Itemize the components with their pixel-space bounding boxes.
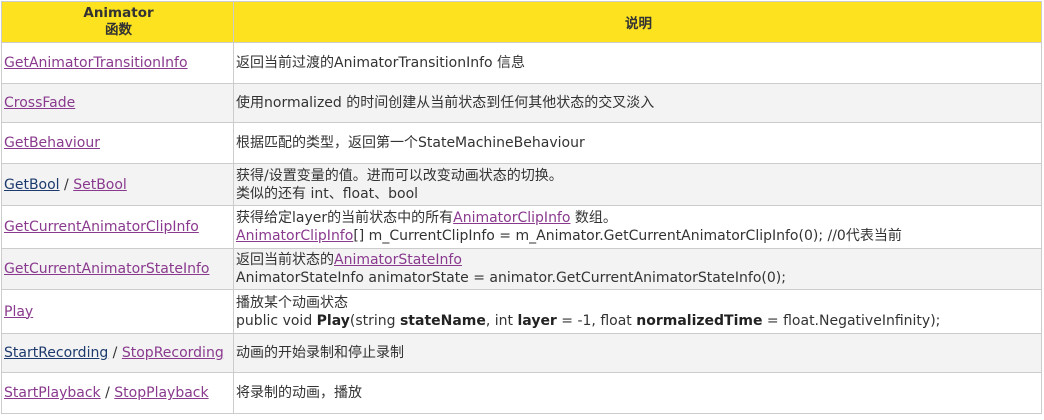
table-row: GetCurrentAnimatorStateInfo 返回当前状态的Anima… <box>1 248 1042 290</box>
header-description-column: 说明 <box>233 1 1042 43</box>
code-line: AnimatorStateInfo animatorState = animat… <box>236 270 786 286</box>
function-cell: GetBool / SetBool <box>1 163 234 206</box>
sig-param: layer <box>517 312 557 329</box>
sig-text: , int <box>485 312 518 329</box>
stop-recording-link[interactable]: StopRecording <box>122 345 224 361</box>
description-line: 类似的还有 int、float、bool <box>236 185 419 202</box>
table-header-row: Animator 函数 说明 <box>1 1 1042 43</box>
code-text: [] m_CurrentClipInfo = m_Animator.GetCur… <box>353 228 902 244</box>
function-cell: GetCurrentAnimatorStateInfo <box>1 248 234 290</box>
header-function-column: Animator 函数 <box>1 1 234 43</box>
set-bool-link[interactable]: SetBool <box>73 177 127 193</box>
table-row: GetBehaviour 根据匹配的类型，返回第一个StateMachineBe… <box>1 122 1042 164</box>
table-row: GetBool / SetBool 获得/设置变量的值。进而可以改变动画状态的切… <box>1 163 1042 206</box>
animator-clip-info-link[interactable]: AnimatorClipInfo <box>236 228 353 244</box>
get-bool-link[interactable]: GetBool <box>4 177 60 193</box>
description-cell: 将录制的动画，播放 <box>233 372 1042 414</box>
separator: / <box>100 385 115 401</box>
description-cell: 获得给定layer的当前状态中的所有AnimatorClipInfo 数组。 A… <box>233 205 1042 249</box>
header-function-line2: 函数 <box>105 22 132 38</box>
animator-clip-info-link[interactable]: AnimatorClipInfo <box>453 210 570 226</box>
description-cell: 返回当前过渡的AnimatorTransitionInfo 信息 <box>233 42 1042 84</box>
table-row: Play 播放某个动画状态 public void Play(string st… <box>1 289 1042 334</box>
description-cell: 根据匹配的类型，返回第一个StateMachineBehaviour <box>233 122 1042 164</box>
sig-text: = -1, float <box>556 312 637 329</box>
sig-param: normalizedTime <box>636 312 763 329</box>
description-text: 数组。 <box>570 210 617 226</box>
description-text: 获得给定layer的当前状态中的所有 <box>236 210 454 226</box>
description-cell: 动画的开始录制和停止录制 <box>233 333 1042 373</box>
function-cell: CrossFade <box>1 83 234 123</box>
description-line: 返回当前状态的AnimatorStateInfo <box>236 251 1041 269</box>
stop-playback-link[interactable]: StopPlayback <box>114 385 208 401</box>
sig-text: = float.NegativeInfinity); <box>762 312 941 329</box>
animator-functions-table: Animator 函数 说明 GetAnimatorTransitionInfo… <box>1 1 1042 414</box>
sig-text: (string <box>349 312 400 329</box>
get-current-animator-state-info-link[interactable]: GetCurrentAnimatorStateInfo <box>4 261 209 277</box>
sig-text: public void <box>236 312 317 329</box>
play-link[interactable]: Play <box>4 304 33 320</box>
signature-line: public void Play(string stateName, int l… <box>236 312 1041 330</box>
get-animator-transition-info-link[interactable]: GetAnimatorTransitionInfo <box>4 55 188 71</box>
table-row: CrossFade 使用normalized 的时间创建从当前状态到任何其他状态… <box>1 83 1042 123</box>
description-text: 返回当前状态的 <box>236 252 334 268</box>
description-line: AnimatorClipInfo[] m_CurrentClipInfo = m… <box>236 227 1041 245</box>
description-line: 获得/设置变量的值。进而可以改变动画状态的切换。 <box>236 167 563 184</box>
function-cell: StartRecording / StopRecording <box>1 333 234 373</box>
sig-method: Play <box>316 312 350 329</box>
separator: / <box>59 176 74 193</box>
table-row: StartPlayback / StopPlayback 将录制的动画，播放 <box>1 372 1042 414</box>
description-cell: 返回当前状态的AnimatorStateInfo AnimatorStateIn… <box>233 248 1042 290</box>
description-cell: 获得/设置变量的值。进而可以改变动画状态的切换。 类似的还有 int、float… <box>233 163 1042 206</box>
description-cell: 使用normalized 的时间创建从当前状态到任何其他状态的交叉淡入 <box>233 83 1042 123</box>
get-current-animator-clip-info-link[interactable]: GetCurrentAnimatorClipInfo <box>4 219 199 235</box>
animator-state-info-link[interactable]: AnimatorStateInfo <box>334 252 462 268</box>
table-row: GetCurrentAnimatorClipInfo 获得给定layer的当前状… <box>1 205 1042 249</box>
start-recording-link[interactable]: StartRecording <box>4 345 108 361</box>
table-row: StartRecording / StopRecording 动画的开始录制和停… <box>1 333 1042 373</box>
function-cell: StartPlayback / StopPlayback <box>1 372 234 414</box>
header-function-line1: Animator <box>83 5 154 21</box>
crossfade-link[interactable]: CrossFade <box>4 95 75 111</box>
description-cell: 播放某个动画状态 public void Play(string stateNa… <box>233 289 1042 334</box>
description-line: 播放某个动画状态 <box>236 294 348 311</box>
function-cell: GetCurrentAnimatorClipInfo <box>1 205 234 249</box>
get-behaviour-link[interactable]: GetBehaviour <box>4 135 100 151</box>
function-cell: GetBehaviour <box>1 122 234 164</box>
description-line: 获得给定layer的当前状态中的所有AnimatorClipInfo 数组。 <box>236 209 1041 227</box>
table-row: GetAnimatorTransitionInfo 返回当前过渡的Animato… <box>1 42 1042 84</box>
function-cell: GetAnimatorTransitionInfo <box>1 42 234 84</box>
sig-param: stateName <box>399 312 486 329</box>
separator: / <box>108 345 122 361</box>
start-playback-link[interactable]: StartPlayback <box>4 385 101 401</box>
function-cell: Play <box>1 289 234 334</box>
